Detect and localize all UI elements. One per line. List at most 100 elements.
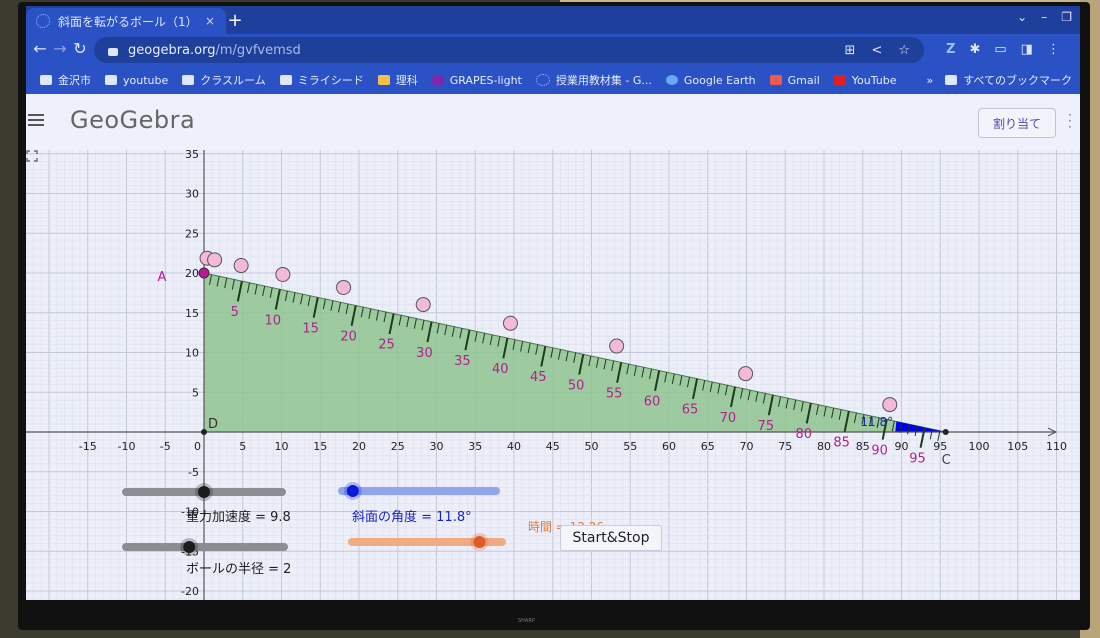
point-A-label: A <box>158 270 167 285</box>
restore-icon[interactable]: ❐ <box>1061 10 1072 24</box>
gravity-label: 重力加速度 = 9.8 <box>186 510 291 525</box>
ramp-distance-label: 50 <box>568 378 585 393</box>
extensions: Z ✱ ▭ ◨ ⋮ <box>946 42 1060 57</box>
x-tick-label: 80 <box>817 440 831 453</box>
all-bookmarks[interactable]: » すべてのブックマーク <box>926 72 1072 88</box>
bookmark-label: Gmail <box>787 73 820 87</box>
grapes-icon <box>431 75 444 85</box>
kebab-menu-icon[interactable]: ⋮ <box>1047 42 1060 57</box>
forward-icon[interactable]: → <box>50 39 70 58</box>
y-tick-label: 5 <box>192 386 199 399</box>
ramp-distance-label: 25 <box>378 338 395 353</box>
bookmark-7[interactable]: Google Earth <box>665 74 756 87</box>
ramp-distance-label: 95 <box>909 452 926 467</box>
bookmark-2[interactable]: クラスルーム <box>182 72 266 88</box>
x-tick-label: 40 <box>507 440 521 453</box>
minimize-icon[interactable]: – <box>1041 10 1047 24</box>
bookmark-label: ミライシード <box>297 74 364 87</box>
bookmark-8[interactable]: Gmail <box>769 73 820 87</box>
x-tick-label: 50 <box>585 440 599 453</box>
x-tick-label: 95 <box>933 440 947 453</box>
window-controls: ⌄ – ❐ <box>1017 10 1072 24</box>
ball <box>738 366 754 382</box>
share-icon[interactable]: < <box>871 43 882 58</box>
x-tick-label: 0 <box>194 440 201 453</box>
more-options-icon[interactable]: · · · <box>1068 109 1072 133</box>
x-tick-label: 20 <box>352 440 366 453</box>
angle-label: 斜面の角度 = 11.8° <box>352 510 472 525</box>
x-tick-label: 100 <box>969 440 990 453</box>
folder-icon <box>182 75 195 85</box>
ball <box>207 252 223 268</box>
tab-bar: 斜面を転がるボール（1） × + ⌄ – ❐ <box>26 6 1080 34</box>
google-earth-icon <box>665 75 678 85</box>
ball <box>415 297 431 313</box>
new-tab-button[interactable]: + <box>224 10 246 31</box>
y-tick-label: 25 <box>185 227 199 240</box>
youtube-icon <box>833 75 846 85</box>
hamburger-menu-icon[interactable] <box>28 114 44 126</box>
bookmark-4[interactable]: 理科 <box>377 72 418 88</box>
more-bookmarks-icon[interactable]: » <box>926 74 933 87</box>
bookmark-6[interactable]: 授業用教材集 - G... <box>535 72 652 88</box>
ramp-distance-label: 35 <box>454 354 471 369</box>
bookmarks-bar: 金沢市 youtube クラスルーム ミライシード 理科 GRAPES-light 授業用教… <box>26 66 1080 94</box>
graphics-view[interactable]: -15 -10 -5 0 5 10 15 20 25 30 35 40 45 50 55 60 65 70 75 80… <box>26 150 1080 600</box>
bookmark-1[interactable]: youtube <box>105 74 168 87</box>
x-tick-label: 90 <box>895 440 909 453</box>
bookmark-label: GRAPES-light <box>449 73 522 87</box>
bookmark-label: 理科 <box>395 74 418 87</box>
radius-slider-knob[interactable] <box>183 541 196 553</box>
bookmark-3[interactable]: ミライシード <box>279 72 364 88</box>
close-tab-icon[interactable]: × <box>202 14 218 28</box>
google-drive-icon <box>377 75 390 85</box>
geogebra-logo: GeoGebra <box>70 106 196 134</box>
address-bar[interactable]: geogebra.org/m/gvfvemsd ⊞ < ☆ <box>94 37 924 63</box>
miraiseed-icon <box>279 75 292 85</box>
point-C-label: C <box>942 453 951 468</box>
x-tick-label: 85 <box>856 440 870 453</box>
y-tick-label: -20 <box>181 585 199 598</box>
reload-icon[interactable]: ↻ <box>70 39 90 58</box>
tab-search-icon[interactable]: ⌄ <box>1017 10 1027 24</box>
back-icon[interactable]: ← <box>30 39 50 58</box>
fullscreen-icon[interactable] <box>26 150 38 162</box>
star-icon[interactable]: ☆ <box>898 43 910 58</box>
cast-icon[interactable]: ▭ <box>994 42 1006 57</box>
gravity-slider-knob[interactable] <box>198 486 210 498</box>
angle-slider-knob[interactable] <box>346 485 359 497</box>
folder-icon <box>40 75 52 85</box>
bookmark-0[interactable]: 金沢市 <box>40 72 91 88</box>
bookmark-9[interactable]: YouTube <box>833 74 896 87</box>
side-panel-icon[interactable]: ◨ <box>1021 42 1033 57</box>
bookmark-5[interactable]: GRAPES-light <box>431 73 522 87</box>
x-tick-label: 75 <box>778 440 792 453</box>
monitor-screen: 斜面を転がるボール（1） × + ⌄ – ❐ ← → ↻ geogebra.or… <box>26 6 1080 600</box>
x-tick-label: 110 <box>1046 440 1067 453</box>
bookmark-label: 金沢市 <box>58 74 91 87</box>
time-slider-knob[interactable] <box>473 536 486 548</box>
x-tick-label: 65 <box>701 440 715 453</box>
url-text[interactable]: geogebra.org/m/gvfvemsd <box>128 43 301 58</box>
browser-tab[interactable]: 斜面を転がるボール（1） × <box>26 8 226 34</box>
start-stop-button[interactable]: Start&Stop <box>560 525 662 551</box>
loading-icon <box>36 14 50 28</box>
folder-icon <box>945 75 958 85</box>
ball <box>609 338 625 354</box>
x-tick-label: -15 <box>79 440 97 453</box>
zoom-extension-icon[interactable]: Z <box>946 42 955 57</box>
x-tick-label: 25 <box>391 440 405 453</box>
y-tick-label: 10 <box>185 347 199 360</box>
ball <box>882 397 898 413</box>
navigation-bar: ← → ↻ geogebra.org/m/gvfvemsd ⊞ < ☆ Z ✱ … <box>26 34 1080 66</box>
translate-icon[interactable]: ⊞ <box>845 43 856 58</box>
ball <box>233 258 249 274</box>
x-tick-label: 70 <box>740 440 754 453</box>
puzzle-icon[interactable]: ✱ <box>969 42 980 57</box>
tab-title: 斜面を転がるボール（1） <box>58 14 198 29</box>
ramp-distance-label: 40 <box>492 362 509 377</box>
x-tick-label: 35 <box>468 440 482 453</box>
bookmark-label: クラスルーム <box>200 74 266 87</box>
assign-button[interactable]: 割り当て <box>978 108 1056 138</box>
lock-icon <box>108 48 118 56</box>
